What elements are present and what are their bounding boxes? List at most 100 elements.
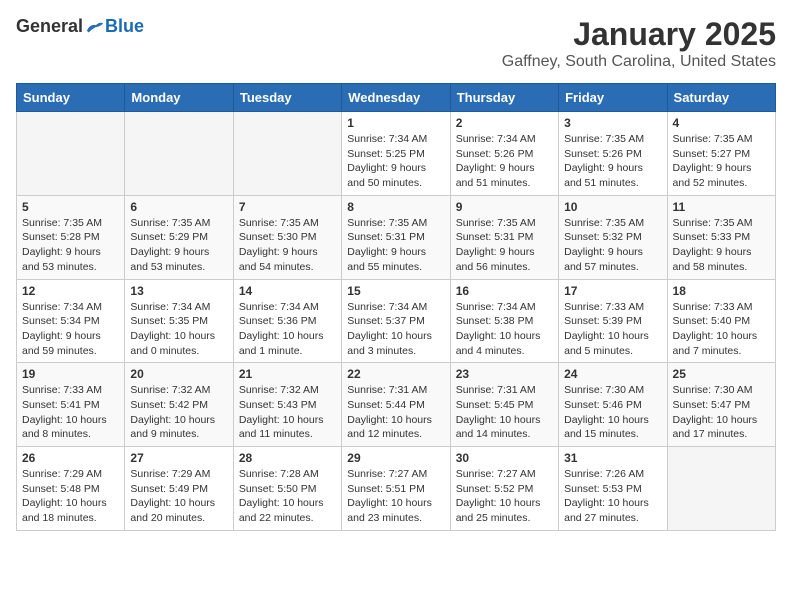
calendar-cell: 28 Sunrise: 7:28 AMSunset: 5:50 PMDayligh… — [233, 447, 341, 531]
day-info: Sunrise: 7:34 AMSunset: 5:26 PMDaylight:… — [456, 132, 553, 191]
calendar-table: SundayMondayTuesdayWednesdayThursdayFrid… — [16, 83, 776, 531]
day-number: 20 — [130, 367, 227, 381]
day-header-saturday: Saturday — [667, 84, 775, 112]
day-number: 14 — [239, 284, 336, 298]
day-number: 29 — [347, 451, 444, 465]
calendar-cell: 25Sunrise: 7:30 AMSunset: 5:47 PMDayligh… — [667, 363, 775, 447]
calendar-cell: 6Sunrise: 7:35 AMSunset: 5:29 PMDaylight… — [125, 195, 233, 279]
calendar-cell: 12 Sunrise: 7:34 AMSunset: 5:34 PMDayligh… — [17, 279, 125, 363]
day-info: Sunrise: 7:35 AMSunset: 5:31 PMDaylight:… — [456, 216, 553, 275]
day-info: Sunrise: 7:28 AMSunset: 5:50 PMDaylight:… — [239, 467, 336, 526]
day-number: 6 — [130, 200, 227, 214]
day-number: 19 — [22, 367, 119, 381]
day-number: 25 — [673, 367, 770, 381]
calendar-cell: 9 Sunrise: 7:35 AMSunset: 5:31 PMDaylight… — [450, 195, 558, 279]
calendar-cell: 24 Sunrise: 7:30 AMSunset: 5:46 PMDayligh… — [559, 363, 667, 447]
logo: General Blue — [16, 16, 144, 37]
day-number: 4 — [673, 116, 770, 130]
day-number: 12 — [22, 284, 119, 298]
day-number: 30 — [456, 451, 553, 465]
calendar-cell: 18Sunrise: 7:33 AMSunset: 5:40 PMDayligh… — [667, 279, 775, 363]
day-number: 3 — [564, 116, 661, 130]
calendar-cell: 1 Sunrise: 7:34 AMSunset: 5:25 PMDaylight… — [342, 112, 450, 196]
calendar-cell: 22 Sunrise: 7:31 AMSunset: 5:44 PMDayligh… — [342, 363, 450, 447]
day-info: Sunrise: 7:34 AMSunset: 5:25 PMDaylight:… — [347, 132, 444, 191]
day-info: Sunrise: 7:35 AMSunset: 5:30 PMDaylight:… — [239, 216, 336, 275]
calendar-cell: 27 Sunrise: 7:29 AMSunset: 5:49 PMDayligh… — [125, 447, 233, 531]
day-number: 13 — [130, 284, 227, 298]
calendar-cell: 8 Sunrise: 7:35 AMSunset: 5:31 PMDaylight… — [342, 195, 450, 279]
calendar-cell: 23 Sunrise: 7:31 AMSunset: 5:45 PMDayligh… — [450, 363, 558, 447]
day-header-sunday: Sunday — [17, 84, 125, 112]
day-number: 23 — [456, 367, 553, 381]
day-info: Sunrise: 7:27 AMSunset: 5:51 PMDaylight:… — [347, 467, 444, 526]
calendar-cell — [233, 112, 341, 196]
day-number: 16 — [456, 284, 553, 298]
calendar-week-row: 5Sunrise: 7:35 AMSunset: 5:28 PMDaylight… — [17, 195, 776, 279]
day-info: Sunrise: 7:32 AMSunset: 5:42 PMDaylight:… — [130, 383, 227, 442]
calendar-cell: 29 Sunrise: 7:27 AMSunset: 5:51 PMDayligh… — [342, 447, 450, 531]
calendar-week-row: 26Sunrise: 7:29 AMSunset: 5:48 PMDayligh… — [17, 447, 776, 531]
day-number: 26 — [22, 451, 119, 465]
day-number: 9 — [456, 200, 553, 214]
calendar-cell: 16 Sunrise: 7:34 AMSunset: 5:38 PMDayligh… — [450, 279, 558, 363]
day-info: Sunrise: 7:34 AMSunset: 5:35 PMDaylight:… — [130, 300, 227, 359]
calendar-cell: 21Sunrise: 7:32 AMSunset: 5:43 PMDayligh… — [233, 363, 341, 447]
day-number: 17 — [564, 284, 661, 298]
day-info: Sunrise: 7:35 AMSunset: 5:27 PMDaylight:… — [673, 132, 770, 191]
day-info: Sunrise: 7:27 AMSunset: 5:52 PMDaylight:… — [456, 467, 553, 526]
day-header-thursday: Thursday — [450, 84, 558, 112]
day-info: Sunrise: 7:31 AMSunset: 5:45 PMDaylight:… — [456, 383, 553, 442]
day-info: Sunrise: 7:31 AMSunset: 5:44 PMDaylight:… — [347, 383, 444, 442]
day-info: Sunrise: 7:35 AMSunset: 5:32 PMDaylight:… — [564, 216, 661, 275]
calendar-cell: 15Sunrise: 7:34 AMSunset: 5:37 PMDayligh… — [342, 279, 450, 363]
day-info: Sunrise: 7:34 AMSunset: 5:38 PMDaylight:… — [456, 300, 553, 359]
calendar-cell — [125, 112, 233, 196]
day-info: Sunrise: 7:33 AMSunset: 5:41 PMDaylight:… — [22, 383, 119, 442]
day-header-monday: Monday — [125, 84, 233, 112]
day-number: 10 — [564, 200, 661, 214]
calendar-cell: 19 Sunrise: 7:33 AMSunset: 5:41 PMDayligh… — [17, 363, 125, 447]
day-number: 27 — [130, 451, 227, 465]
calendar-cell: 3Sunrise: 7:35 AMSunset: 5:26 PMDaylight… — [559, 112, 667, 196]
calendar-cell: 4 Sunrise: 7:35 AMSunset: 5:27 PMDaylight… — [667, 112, 775, 196]
calendar-cell: 5Sunrise: 7:35 AMSunset: 5:28 PMDaylight… — [17, 195, 125, 279]
day-header-wednesday: Wednesday — [342, 84, 450, 112]
day-number: 28 — [239, 451, 336, 465]
logo-bird-icon — [85, 19, 105, 35]
day-number: 15 — [347, 284, 444, 298]
calendar-cell: 31 Sunrise: 7:26 AMSunset: 5:53 PMDayligh… — [559, 447, 667, 531]
day-info: Sunrise: 7:33 AMSunset: 5:39 PMDaylight:… — [564, 300, 661, 359]
day-info: Sunrise: 7:35 AMSunset: 5:31 PMDaylight:… — [347, 216, 444, 275]
calendar-cell — [667, 447, 775, 531]
calendar-cell: 13 Sunrise: 7:34 AMSunset: 5:35 PMDayligh… — [125, 279, 233, 363]
day-number: 31 — [564, 451, 661, 465]
logo-general-text: General — [16, 16, 83, 37]
calendar-cell: 30 Sunrise: 7:27 AMSunset: 5:52 PMDayligh… — [450, 447, 558, 531]
logo-blue-text: Blue — [105, 16, 144, 37]
day-number: 1 — [347, 116, 444, 130]
day-number: 11 — [673, 200, 770, 214]
day-info: Sunrise: 7:35 AMSunset: 5:28 PMDaylight:… — [22, 216, 119, 275]
day-number: 22 — [347, 367, 444, 381]
calendar-cell: 10 Sunrise: 7:35 AMSunset: 5:32 PMDayligh… — [559, 195, 667, 279]
day-number: 18 — [673, 284, 770, 298]
day-number: 8 — [347, 200, 444, 214]
day-info: Sunrise: 7:26 AMSunset: 5:53 PMDaylight:… — [564, 467, 661, 526]
day-info: Sunrise: 7:30 AMSunset: 5:46 PMDaylight:… — [564, 383, 661, 442]
day-number: 21 — [239, 367, 336, 381]
day-number: 24 — [564, 367, 661, 381]
title-section: January 2025 Gaffney, South Carolina, Un… — [502, 16, 776, 71]
calendar-cell: 14Sunrise: 7:34 AMSunset: 5:36 PMDayligh… — [233, 279, 341, 363]
calendar-week-row: 1 Sunrise: 7:34 AMSunset: 5:25 PMDaylight… — [17, 112, 776, 196]
calendar-cell: 20 Sunrise: 7:32 AMSunset: 5:42 PMDayligh… — [125, 363, 233, 447]
day-number: 7 — [239, 200, 336, 214]
calendar-week-row: 19 Sunrise: 7:33 AMSunset: 5:41 PMDayligh… — [17, 363, 776, 447]
calendar-week-row: 12 Sunrise: 7:34 AMSunset: 5:34 PMDayligh… — [17, 279, 776, 363]
day-number: 2 — [456, 116, 553, 130]
day-info: Sunrise: 7:34 AMSunset: 5:34 PMDaylight:… — [22, 300, 119, 359]
calendar-cell: 11Sunrise: 7:35 AMSunset: 5:33 PMDayligh… — [667, 195, 775, 279]
calendar-header-row: SundayMondayTuesdayWednesdayThursdayFrid… — [17, 84, 776, 112]
calendar-cell: 26Sunrise: 7:29 AMSunset: 5:48 PMDayligh… — [17, 447, 125, 531]
day-info: Sunrise: 7:29 AMSunset: 5:49 PMDaylight:… — [130, 467, 227, 526]
